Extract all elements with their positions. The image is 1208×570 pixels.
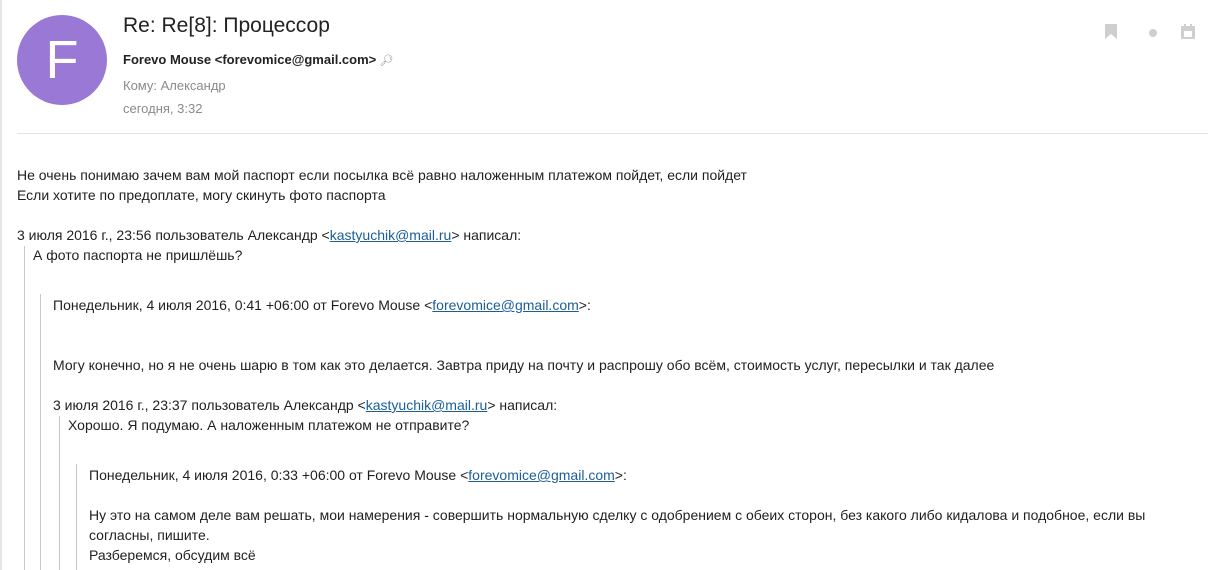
quote-4-header-pre: Понедельник, 4 июля 2016, 0:33 +06:00 от… <box>89 467 469 483</box>
quote-4-header-post: >: <box>614 467 627 483</box>
quote-4-text-2: Разберемся, обсудим всё <box>89 547 256 563</box>
quote-3-text: Хорошо. Я подумаю. А наложенным платежом… <box>68 417 470 433</box>
dot-icon[interactable] <box>1149 29 1157 37</box>
quote-2-header-post: >: <box>578 297 591 313</box>
quote-1-email-link[interactable]: kastyuchik@mail.ru <box>330 227 452 243</box>
bookmark-icon[interactable] <box>1105 24 1117 39</box>
recipient: Кому: Александр <box>123 78 226 93</box>
quote-1-bar <box>24 246 25 570</box>
quote-4-text: Ну это на самом деле вам решать, мои нам… <box>89 507 1146 543</box>
quote-4-header: Понедельник, 4 июля 2016, 0:33 +06:00 от… <box>89 465 627 485</box>
quote-2-bar <box>40 294 41 570</box>
body-line-2: Если хотите по предоплате, могу скинуть … <box>17 187 386 203</box>
quote-2-text: Могу конечно, но я не очень шарю в том к… <box>53 357 995 373</box>
quote-3-header-post: > написал: <box>487 397 558 413</box>
quote-4-email-link[interactable]: forevomice@gmail.com <box>468 467 614 483</box>
email-date: сегодня, 3:32 <box>123 101 203 116</box>
quote-3-header-pre: 3 июля 2016 г., 23:37 пользователь Алекс… <box>53 397 366 413</box>
window-edge <box>0 0 2 570</box>
quote-2-email-link[interactable]: forevomice@gmail.com <box>432 297 578 313</box>
calendar-icon[interactable] <box>1181 24 1195 39</box>
body-line-1: Не очень понимаю зачем вам мой паспорт е… <box>17 167 747 183</box>
quote-3-bar <box>59 416 60 570</box>
sender-name[interactable]: Forevo Mouse <forevomice@gmail.com> <box>123 52 376 67</box>
sender[interactable]: Forevo Mouse <forevomice@gmail.com> 🔎︎ <box>123 52 393 67</box>
quote-1-text: А фото паспорта не пришлёшь? <box>33 247 243 263</box>
quote-2-header: Понедельник, 4 июля 2016, 0:41 +06:00 от… <box>53 295 591 315</box>
search-icon[interactable]: 🔎︎ <box>379 55 393 67</box>
quote-1-header-post: > написал: <box>451 227 522 243</box>
email-subject: Re: Re[8]: Процессор <box>123 14 330 37</box>
quote-3-header: 3 июля 2016 г., 23:37 пользователь Алекс… <box>53 395 557 415</box>
quote-3-email-link[interactable]: kastyuchik@mail.ru <box>366 397 488 413</box>
header-divider <box>17 133 1208 134</box>
quote-4-bar <box>76 464 77 570</box>
avatar: F <box>17 15 107 105</box>
quote-1-header-pre: 3 июля 2016 г., 23:56 пользователь Алекс… <box>17 227 330 243</box>
quote-1-header: 3 июля 2016 г., 23:56 пользователь Алекс… <box>17 225 521 245</box>
quote-2-header-pre: Понедельник, 4 июля 2016, 0:41 +06:00 от… <box>53 297 433 313</box>
